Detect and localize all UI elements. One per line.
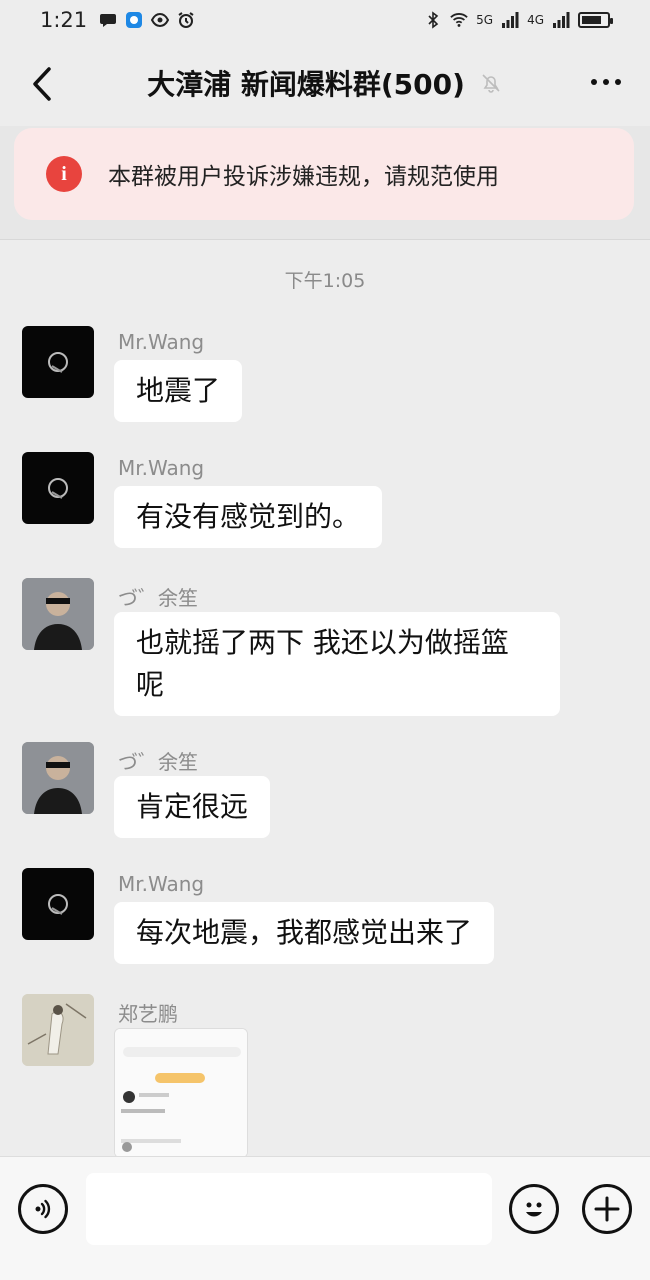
message-bubble[interactable]: 有没有感觉到的。 <box>114 486 383 548</box>
signal-bars-icon <box>502 12 519 28</box>
message-item: づ゛余笙 也就摇了两下 我还以为做摇篮 呢 <box>22 578 622 728</box>
bluetooth-icon <box>428 11 439 29</box>
sender-name: づ゛余笙 <box>118 586 198 610</box>
status-time: 1:21 <box>40 8 88 32</box>
avatar[interactable] <box>22 578 94 650</box>
message-bubble[interactable]: 每次地震，我都感觉出来了 <box>114 902 495 964</box>
message-item: Mr.Wang 每次地震，我都感觉出来了 <box>22 868 622 978</box>
system-nav-bar <box>0 1260 650 1280</box>
battery-level <box>582 16 601 24</box>
input-bar <box>0 1156 650 1260</box>
notice-text: 本群被用户投诉涉嫌违规，请规范使用 <box>108 164 499 190</box>
message-item: Mr.Wang 有没有感觉到的。 <box>22 452 622 562</box>
message-input[interactable] <box>86 1173 492 1245</box>
app-notification-icon <box>126 12 143 28</box>
dot-icon <box>615 79 621 85</box>
plus-icon <box>594 1196 620 1222</box>
avatar[interactable] <box>22 452 94 524</box>
status-right: 5G 4G <box>424 11 613 29</box>
smile-icon <box>526 1202 542 1217</box>
notice-area: i 本群被用户投诉涉嫌违规，请规范使用 <box>0 126 650 240</box>
chat-header: 大漳浦 新闻爆料群(500) <box>0 40 650 126</box>
sender-name: 郑艺鹏 <box>118 1002 178 1026</box>
eye-icon <box>151 12 170 28</box>
message-bubble[interactable]: 肯定很远 <box>114 776 271 838</box>
page-title-wrap: 大漳浦 新闻爆料群(500) <box>147 63 503 103</box>
chat-timestamp: 下午1:05 <box>284 270 366 292</box>
message-item: 郑艺鹏 <box>22 994 622 1156</box>
sender-name: Mr.Wang <box>118 456 205 480</box>
back-button[interactable] <box>22 64 62 104</box>
signal-bars-icon <box>553 12 570 28</box>
add-button[interactable] <box>582 1184 632 1234</box>
chevron-left-icon <box>33 67 51 101</box>
dot-icon <box>591 79 597 85</box>
status-bar: 1:21 5G 4G <box>0 0 650 40</box>
mute-bell-icon <box>482 74 500 93</box>
message-item: づ゛余笙 肯定很远 <box>22 742 622 852</box>
sender-name: づ゛余笙 <box>118 750 198 774</box>
signal-1-label: 5G <box>476 13 494 27</box>
image-message-thumbnail[interactable] <box>114 1028 248 1156</box>
avatar-image-icon <box>48 352 68 373</box>
message-bubble[interactable]: 地震了 <box>114 360 243 422</box>
info-icon: i <box>46 156 82 192</box>
screenshot-thumbnail-icon <box>115 1029 247 1156</box>
wifi-icon <box>450 13 468 27</box>
avatar-image-icon <box>48 894 68 915</box>
sender-name: Mr.Wang <box>118 330 205 354</box>
voice-button[interactable] <box>18 1184 68 1234</box>
avatar[interactable] <box>22 742 94 814</box>
avatar-image-icon <box>48 478 68 499</box>
avatar-person-icon <box>22 578 94 650</box>
battery-icon <box>578 12 613 28</box>
avatar[interactable] <box>22 994 94 1066</box>
voice-icon <box>35 1199 51 1219</box>
page-title: 大漳浦 新闻爆料群(500) <box>147 68 465 101</box>
more-options-button[interactable] <box>586 70 626 94</box>
avatar[interactable] <box>22 326 94 398</box>
message-bubble[interactable]: 也就摇了两下 我还以为做摇篮 呢 <box>114 612 560 716</box>
signal-2-label: 4G <box>527 13 544 27</box>
status-left: 1:21 <box>40 8 195 32</box>
sender-name: Mr.Wang <box>118 872 205 896</box>
avatar-person-icon <box>22 742 94 814</box>
dot-icon <box>603 79 609 85</box>
violation-notice[interactable]: i 本群被用户投诉涉嫌违规，请规范使用 <box>14 128 634 220</box>
alarm-icon <box>178 12 194 28</box>
message-item: Mr.Wang 地震了 <box>22 326 622 436</box>
avatar-painting-icon <box>22 994 94 1066</box>
avatar[interactable] <box>22 868 94 940</box>
chat-bubble-icon <box>100 14 117 27</box>
emoji-button[interactable] <box>509 1184 559 1234</box>
